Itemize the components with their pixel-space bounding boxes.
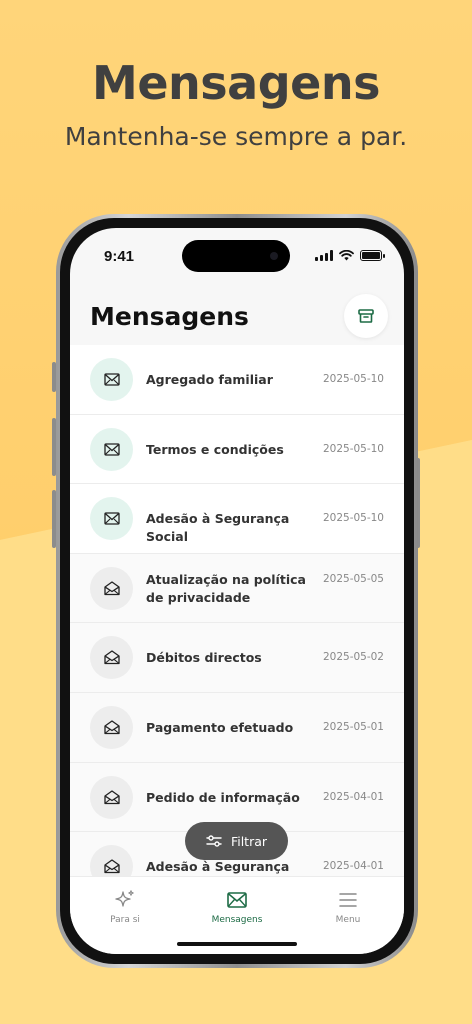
sparkle-icon [115, 890, 134, 907]
page-title: Mensagens [90, 302, 249, 331]
home-indicator [177, 942, 297, 946]
envelope-open-icon [90, 636, 133, 680]
archive-icon [358, 309, 374, 323]
status-bar: 9:41 [70, 228, 404, 282]
message-title: Termos e condições [146, 441, 284, 457]
message-list: Agregado familiar 2025-05-10 Termos e cond… [70, 345, 404, 902]
filter-sliders-icon [206, 835, 222, 847]
message-title: Adesão à Segurança Social [146, 511, 290, 545]
message-title: Agregado familiar [146, 372, 273, 387]
status-time: 9:41 [104, 248, 135, 265]
tab-para-si[interactable]: Para si [75, 889, 175, 925]
promo-subline: Mantenha-se sempre a par. [64, 122, 408, 151]
message-row[interactable]: Débitos directos 2025-05-02 [70, 623, 404, 693]
menu-icon [339, 893, 357, 907]
message-title: Atualização na política de privacidade [146, 571, 306, 605]
envelope-open-icon [90, 705, 133, 749]
promo-headline: Mensagens [92, 56, 380, 110]
message-date: 2025-05-02 [322, 651, 384, 664]
envelope-open-icon [90, 775, 133, 819]
tab-label: Para si [110, 915, 140, 925]
message-date: 2025-04-01 [322, 860, 384, 873]
message-row[interactable]: Adesão à Segurança Social 2025-05-10 [70, 484, 404, 554]
cellular-signal-icon [315, 250, 333, 261]
archive-button[interactable] [344, 294, 388, 338]
tab-menu[interactable]: Menu [298, 889, 398, 925]
envelope-open-icon [90, 566, 133, 610]
battery-icon [360, 250, 385, 261]
tab-label: Mensagens [211, 915, 263, 925]
tab-label: Menu [335, 915, 361, 925]
message-date: 2025-05-10 [322, 442, 384, 455]
message-date: 2025-05-01 [322, 720, 384, 733]
envelope-icon [227, 892, 247, 908]
message-title: Débitos directos [146, 650, 262, 666]
message-row[interactable]: Agregado familiar 2025-05-10 [70, 345, 404, 415]
tab-mensagens[interactable]: Mensagens [187, 889, 287, 925]
message-date: 2025-05-10 [322, 512, 384, 525]
filter-label: Filtrar [230, 833, 268, 849]
filter-button[interactable]: Filtrar [185, 822, 288, 860]
envelope-closed-icon [90, 497, 133, 541]
status-icons [315, 250, 385, 261]
wifi-icon [339, 250, 354, 261]
message-row[interactable]: Termos e condições 2025-05-10 [70, 414, 404, 485]
dynamic-island [182, 240, 290, 272]
message-date: 2025-05-10 [322, 373, 384, 385]
message-row[interactable]: Pagamento efetuado 2025-05-01 [70, 692, 404, 763]
tab-bar: Para si Mensagens Menu [70, 876, 404, 954]
message-title: Pedido de informação [146, 789, 300, 805]
message-row[interactable]: Atualização na política de privacidade 20… [70, 553, 404, 624]
phone-frame: 9:41 Mensagens Agregado familiar 2025-05… [56, 214, 418, 968]
message-date: 2025-05-05 [322, 572, 384, 585]
envelope-closed-icon [90, 427, 133, 471]
message-title: Pagamento efetuado [146, 719, 294, 735]
message-date: 2025-04-01 [322, 790, 384, 803]
envelope-closed-icon [90, 358, 133, 401]
camera-icon [270, 252, 278, 260]
phone-screen: 9:41 Mensagens Agregado familiar 2025-05… [70, 228, 404, 954]
